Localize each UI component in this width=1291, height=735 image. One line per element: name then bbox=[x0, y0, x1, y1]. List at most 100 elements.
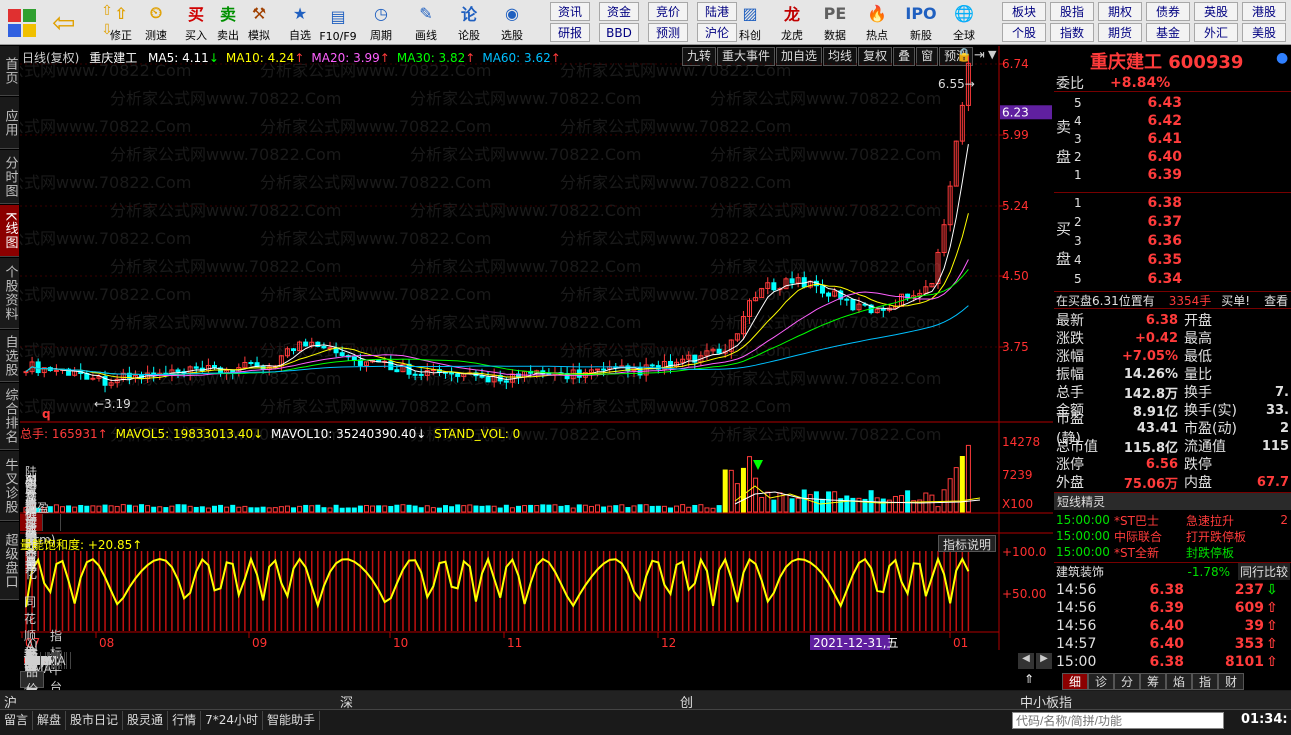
detail-tab-6[interactable]: 财 bbox=[1218, 673, 1244, 690]
market-bottom-5-button[interactable]: 美股 bbox=[1242, 23, 1286, 42]
logo-icon[interactable] bbox=[8, 9, 36, 37]
sprite-row-2[interactable]: 15:00:00 *ST全新 封跌停板 bbox=[1054, 544, 1291, 560]
bid-level: 3 bbox=[1074, 234, 1082, 248]
bid-row-1[interactable]: 2 6.37 bbox=[1054, 213, 1291, 231]
quick-bottom-1-button[interactable]: BBD bbox=[599, 23, 639, 42]
market-top-0-button[interactable]: 板块 bbox=[1002, 2, 1046, 21]
sprite-row-1[interactable]: 15:00:00 中际联合 打开跌停板 bbox=[1054, 528, 1291, 544]
stat-value: +0.42 bbox=[1135, 330, 1178, 346]
toolbar-11-label: 科创 bbox=[739, 29, 761, 42]
sidebar-tab-7[interactable]: 牛叉诊股 bbox=[0, 451, 19, 521]
market-bottom-2-button[interactable]: 期货 bbox=[1098, 23, 1142, 42]
sidebar-tab-3[interactable]: K线图 bbox=[0, 205, 19, 257]
next-tab-button[interactable]: ▶ bbox=[1036, 653, 1052, 669]
sidebar-tab-6[interactable]: 综合排名 bbox=[0, 383, 19, 450]
toolbar-12-button[interactable]: 龙龙虎 bbox=[773, 0, 811, 45]
toolbar-7-button[interactable]: ◷ 周期 bbox=[362, 0, 400, 45]
quick-top-2-button[interactable]: 竞价 bbox=[648, 2, 688, 21]
market-top-5-button[interactable]: 港股 bbox=[1242, 2, 1286, 21]
quick-bottom-0-button[interactable]: 研报 bbox=[550, 23, 590, 42]
bid-row-4[interactable]: 5 6.34 bbox=[1054, 270, 1291, 288]
toolbar-13-button[interactable]: PE 数据 bbox=[816, 0, 854, 45]
market-top-4-button[interactable]: 英股 bbox=[1194, 2, 1238, 21]
industry-name[interactable]: 建筑装饰 bbox=[1054, 563, 1134, 580]
toolbar-9-button[interactable]: 论论股 bbox=[450, 0, 488, 45]
ask-row-2[interactable]: 3 6.41 bbox=[1054, 130, 1291, 148]
quick-top-3-button[interactable]: 陆港 bbox=[697, 2, 737, 21]
toolbar-14-button[interactable]: 🔥 热点 bbox=[858, 0, 896, 45]
ask-row-0[interactable]: 5 6.43 bbox=[1054, 94, 1291, 112]
quick-bottom-3-button[interactable]: 沪伦 bbox=[697, 23, 737, 42]
toolbar-4-icon: ⚒ bbox=[251, 3, 267, 23]
toolbar-6-button[interactable]: ▤ F10/F9 bbox=[319, 0, 357, 45]
ask-row-4[interactable]: 1 6.39 bbox=[1054, 166, 1291, 184]
market-bottom-0-button[interactable]: 个股 bbox=[1002, 23, 1046, 42]
industry-compare-tab[interactable]: 同行比较 bbox=[1238, 563, 1291, 580]
status-item-1[interactable]: 解盘 bbox=[33, 711, 67, 730]
market-bottom-1-button[interactable]: 指数 bbox=[1050, 23, 1094, 42]
detail-tab-1[interactable]: 诊 bbox=[1088, 673, 1114, 690]
volume-bar bbox=[102, 504, 108, 513]
bid-row-0[interactable]: 1 6.38 bbox=[1054, 194, 1291, 212]
toolbar-4-button[interactable]: ⚒ 模拟 bbox=[240, 0, 278, 45]
news-tab-8[interactable]: 商品价格 bbox=[20, 648, 45, 713]
status-item-6[interactable]: 智能助手 bbox=[263, 711, 320, 730]
notice-more[interactable]: 查看 bbox=[1264, 292, 1288, 309]
candle bbox=[455, 373, 461, 377]
back-arrow-icon[interactable]: ⇦ bbox=[52, 9, 75, 37]
big-order-notice[interactable]: 在买盘6.31位置有 3354手 买单! 查看 bbox=[1054, 291, 1291, 309]
market-bottom-3-button[interactable]: 基金 bbox=[1146, 23, 1190, 42]
sidebar-tab-4[interactable]: 个股资料 bbox=[0, 258, 19, 329]
globe-icon[interactable]: ● bbox=[1276, 50, 1288, 66]
collapse-icon[interactable]: ⇑ bbox=[1024, 672, 1034, 686]
search-input[interactable] bbox=[1012, 712, 1224, 729]
board-index[interactable]: 中小板指 bbox=[1020, 692, 1072, 711]
detail-tab-0[interactable]: 细 bbox=[1062, 673, 1088, 690]
quick-top-1-button[interactable]: 资金 bbox=[599, 2, 639, 21]
detail-tab-3[interactable]: 筹 bbox=[1140, 673, 1166, 690]
toolbar-8-button[interactable]: ✎ 画线 bbox=[407, 0, 445, 45]
market-top-2-button[interactable]: 期权 bbox=[1098, 2, 1142, 21]
candlestick-chart[interactable]: 分析家公式网www.70822.Com 分析家公式网www.70822.Com 分析… bbox=[20, 46, 1053, 690]
detail-tab-5[interactable]: 指 bbox=[1192, 673, 1218, 690]
bid-row-2[interactable]: 3 6.36 bbox=[1054, 232, 1291, 250]
market-top-1-button[interactable]: 股指 bbox=[1050, 2, 1094, 21]
market-index-0[interactable]: 沪 bbox=[4, 692, 17, 711]
quick-top-0-button[interactable]: 资讯 bbox=[550, 2, 590, 21]
detail-tab-2[interactable]: 分 bbox=[1114, 673, 1140, 690]
bid-row-3[interactable]: 4 6.35 bbox=[1054, 251, 1291, 269]
ask-row-1[interactable]: 4 6.42 bbox=[1054, 112, 1291, 130]
status-item-2[interactable]: 股市日记 bbox=[66, 711, 124, 730]
watermark-text: 分析家公式网www.70822.Com bbox=[560, 229, 791, 248]
status-item-5[interactable]: 7*24小时 bbox=[201, 711, 263, 730]
stat-label: 涨幅 bbox=[1056, 349, 1084, 365]
toolbar-1-button[interactable]: ⏲ 测速 bbox=[137, 0, 175, 45]
status-item-3[interactable]: 股灵通 bbox=[123, 711, 169, 730]
sidebar-tab-2[interactable]: 分时图 bbox=[0, 150, 19, 204]
sprite-header[interactable]: 短线精灵 bbox=[1054, 492, 1291, 510]
indicator-help-button[interactable]: 指标说明 bbox=[938, 535, 997, 552]
vol-tab-12[interactable]: 融资融券变化 bbox=[20, 474, 44, 573]
sidebar-tab-5[interactable]: 自选股 bbox=[0, 330, 19, 382]
sidebar-tab-0[interactable]: 首页 bbox=[0, 46, 19, 96]
market-bottom-4-button[interactable]: 外汇 bbox=[1194, 23, 1238, 42]
toolbar-10-button[interactable]: ◉ 选股 bbox=[493, 0, 531, 45]
market-index-2[interactable]: 创 bbox=[680, 692, 693, 711]
detail-tab-4[interactable]: 焰 bbox=[1166, 673, 1192, 690]
toolbar-5-button[interactable]: ★ 自选 bbox=[281, 0, 319, 45]
sidebar-tab-1[interactable]: 应用 bbox=[0, 97, 19, 149]
toolbar-0-button[interactable]: ⇧ 修正 bbox=[102, 0, 140, 45]
ask-row-3[interactable]: 2 6.40 bbox=[1054, 148, 1291, 166]
market-index-1[interactable]: 深 bbox=[340, 692, 353, 711]
toolbar-15-button[interactable]: IPO 新股 bbox=[902, 0, 940, 45]
market-top-3-button[interactable]: 债券 bbox=[1146, 2, 1190, 21]
sidebar-tab-8[interactable]: 超级盘口 bbox=[0, 522, 19, 600]
sprite-row-0[interactable]: 15:00:00 *ST巴士 急速拉升 2 bbox=[1054, 512, 1291, 528]
prev-tab-button[interactable]: ◀ bbox=[1018, 653, 1034, 669]
status-item-4[interactable]: 行情 bbox=[168, 711, 202, 730]
volume-bar bbox=[370, 505, 376, 513]
status-item-0[interactable]: 留言 bbox=[0, 711, 34, 730]
sprite-name: 中际联合 bbox=[1114, 529, 1163, 544]
quick-bottom-2-button[interactable]: 预测 bbox=[648, 23, 688, 42]
toolbar-16-button[interactable]: 🌐 全球 bbox=[945, 0, 983, 45]
